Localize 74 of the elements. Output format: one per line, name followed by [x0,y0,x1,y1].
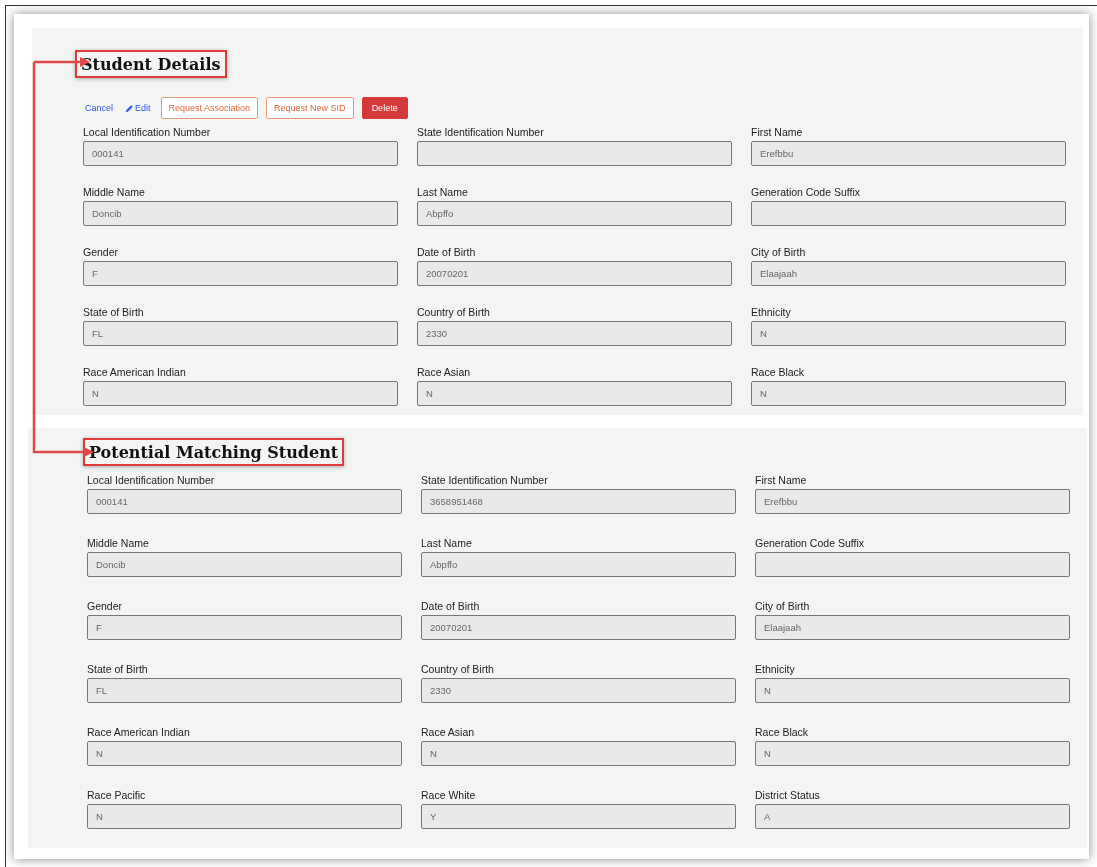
input-field[interactable]: FL [83,321,398,346]
field-label: Last Name [417,186,469,198]
input-field[interactable]: Erefbbu [755,489,1070,514]
field-label: Race Asian [421,726,476,738]
input-field[interactable]: Abpffo [417,201,732,226]
field-label: Race Black [755,726,810,738]
input-field[interactable]: A [755,804,1070,829]
field-label: Race Black [751,366,806,378]
input-field[interactable]: N [83,381,398,406]
input-field[interactable]: 20070201 [421,615,736,640]
input-field[interactable]: N [87,804,402,829]
cancel-link[interactable]: Cancel [83,103,115,113]
field-label: Date of Birth [417,246,477,258]
field-label: Middle Name [83,186,146,198]
input-field[interactable]: N [417,381,732,406]
request-button[interactable]: Request New SID [266,97,354,119]
field-label: Race American Indian [87,726,191,738]
input-field[interactable]: N [751,381,1066,406]
input-field[interactable]: Doncib [83,201,398,226]
input-field[interactable]: Erefbbu [751,141,1066,166]
field-label: Race White [421,789,477,801]
input-field[interactable]: Elaajaah [755,615,1070,640]
field-label: State Identification Number [417,126,545,138]
input-field[interactable]: Elaajaah [751,261,1066,286]
pencil-icon [125,103,134,113]
section-title: Potential Matching Student [83,438,345,466]
field-label: Country of Birth [417,306,491,318]
field-label: Middle Name [87,537,150,549]
field-label: District Status [755,789,821,801]
field-label: Country of Birth [421,663,495,675]
section-title: Student Details [75,50,227,78]
field-label: Race American Indian [83,366,187,378]
field-label: City of Birth [751,246,807,258]
input-field[interactable] [417,141,732,166]
request-button[interactable]: Request Association [160,97,259,119]
field-label: Ethnicity [751,306,792,318]
field-label: First Name [751,126,804,138]
input-field[interactable]: 2330 [421,678,736,703]
input-field[interactable]: 000141 [87,489,402,514]
input-field[interactable] [755,552,1070,577]
input-field[interactable]: Doncib [87,552,402,577]
input-field[interactable]: N [755,678,1070,703]
input-field[interactable]: Y [421,804,736,829]
field-label: State Identification Number [421,474,549,486]
input-field[interactable]: F [87,615,402,640]
field-label: Gender [87,600,124,612]
input-field[interactable] [751,201,1066,226]
field-label: Generation Code Suffix [751,186,861,198]
input-field[interactable]: N [87,741,402,766]
field-label: State of Birth [87,663,149,675]
field-label: Local Identification Number [87,474,216,486]
input-field[interactable]: Abpffo [421,552,736,577]
input-field[interactable]: 2330 [417,321,732,346]
field-label: Race Asian [417,366,472,378]
field-label: City of Birth [755,600,811,612]
input-field[interactable]: 3658951468 [421,489,736,514]
field-label: Gender [83,246,120,258]
field-label: State of Birth [83,306,145,318]
input-field[interactable]: 000141 [83,141,398,166]
input-field[interactable]: N [421,741,736,766]
input-field[interactable]: F [83,261,398,286]
field-label: Ethnicity [755,663,796,675]
field-label: Local Identification Number [83,126,212,138]
input-field[interactable]: N [751,321,1066,346]
delete-button[interactable]: Delete [361,97,408,119]
input-field[interactable]: FL [87,678,402,703]
field-label: First Name [755,474,808,486]
field-label: Last Name [421,537,473,549]
field-label: Generation Code Suffix [755,537,865,549]
input-field[interactable]: N [755,741,1070,766]
input-field[interactable]: 20070201 [417,261,732,286]
field-label: Race Pacific [87,789,147,801]
field-label: Date of Birth [421,600,481,612]
edit-link[interactable]: Edit [123,103,153,113]
